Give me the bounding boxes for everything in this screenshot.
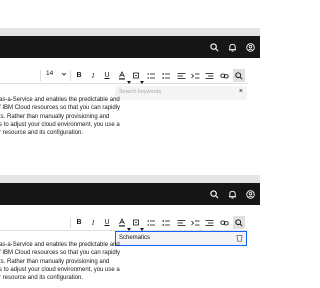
align-icon bbox=[177, 72, 185, 79]
underline-button[interactable]: U bbox=[101, 216, 113, 229]
underline-button[interactable]: U bbox=[101, 69, 113, 82]
editor-panel-default: 14 B I U Search keywords × as-a-Service … bbox=[0, 28, 260, 146]
body-line: s to adjust your cloud environment, you … bbox=[0, 121, 120, 128]
body-line: r resource and its configuration. bbox=[0, 130, 84, 137]
link-button[interactable] bbox=[218, 216, 230, 229]
numbered-list-button[interactable] bbox=[160, 69, 172, 82]
link-icon bbox=[219, 73, 229, 78]
notification-icon[interactable] bbox=[224, 39, 240, 55]
bold-icon: B bbox=[76, 72, 82, 79]
body-line: ts. Rather than manually provisioning an… bbox=[0, 258, 110, 265]
italic-button[interactable]: I bbox=[87, 216, 99, 229]
numbered-list-icon bbox=[162, 219, 170, 226]
body-line: s to adjust your cloud environment, you … bbox=[0, 266, 120, 273]
italic-button[interactable]: I bbox=[87, 69, 99, 82]
find-button[interactable] bbox=[233, 216, 245, 229]
editor-toolbar: 14 B I U bbox=[0, 68, 248, 84]
editor-panel-search-active: B I U Schematics as-a-Service and enable… bbox=[0, 175, 260, 288]
clear-icon[interactable]: × bbox=[239, 88, 243, 95]
outdent-button[interactable] bbox=[203, 69, 215, 82]
link-button[interactable] bbox=[218, 69, 230, 82]
numbered-list-button[interactable] bbox=[160, 216, 172, 229]
window-titlebar bbox=[0, 28, 260, 36]
search-icon[interactable] bbox=[206, 186, 222, 202]
pointer-marker bbox=[140, 81, 144, 84]
clear-input-icon[interactable] bbox=[236, 234, 243, 242]
toolbar-divider bbox=[70, 217, 71, 228]
outdent-icon bbox=[205, 72, 213, 79]
numbered-list-icon bbox=[162, 72, 170, 79]
body-line: f IBM Cloud resources so that you can ra… bbox=[0, 250, 121, 257]
outdent-button[interactable] bbox=[203, 216, 215, 229]
body-line: as-a-Service and enables the predictable… bbox=[0, 242, 120, 248]
toolbar-divider bbox=[40, 70, 41, 81]
indent-button[interactable] bbox=[189, 216, 201, 229]
highlight-icon bbox=[133, 72, 139, 78]
top-navigation-bar bbox=[0, 36, 260, 58]
font-size-value[interactable]: 14 bbox=[46, 70, 53, 77]
highlight-icon bbox=[133, 219, 139, 225]
indent-icon bbox=[190, 73, 199, 78]
align-icon bbox=[177, 219, 185, 226]
document-body: as-a-Service and enables the predictable… bbox=[0, 241, 121, 282]
search-icon bbox=[235, 71, 243, 80]
notification-icon[interactable] bbox=[224, 186, 240, 202]
underline-icon: U bbox=[104, 72, 110, 79]
find-input[interactable]: Schematics bbox=[115, 231, 247, 246]
body-line: r resource and its configuration. bbox=[0, 275, 84, 282]
body-line: as-a-Service and enables the predictable… bbox=[0, 97, 120, 103]
indent-button[interactable] bbox=[189, 69, 201, 82]
align-button[interactable] bbox=[175, 69, 187, 82]
align-button[interactable] bbox=[175, 216, 187, 229]
find-bar: Search keywords × bbox=[115, 86, 247, 100]
search-icon bbox=[235, 218, 243, 227]
bold-button[interactable]: B bbox=[73, 216, 85, 229]
bullet-list-button[interactable] bbox=[145, 216, 157, 229]
pointer-marker bbox=[127, 81, 131, 84]
indent-icon bbox=[190, 220, 199, 225]
italic-icon: I bbox=[91, 71, 95, 80]
text-color-icon bbox=[119, 71, 125, 80]
underline-icon: U bbox=[104, 219, 110, 226]
bold-button[interactable]: B bbox=[73, 69, 85, 82]
find-input-value[interactable]: Schematics bbox=[119, 235, 150, 241]
user-avatar-icon[interactable] bbox=[242, 39, 258, 55]
document-body: as-a-Service and enables the predictable… bbox=[0, 96, 121, 137]
body-line: f IBM Cloud resources so that you can ra… bbox=[0, 105, 121, 112]
outdent-icon bbox=[205, 219, 213, 226]
search-icon[interactable] bbox=[206, 39, 222, 55]
editor-toolbar: B I U bbox=[0, 215, 248, 231]
user-avatar-icon[interactable] bbox=[242, 186, 258, 202]
italic-icon: I bbox=[91, 218, 95, 227]
bold-icon: B bbox=[76, 219, 82, 226]
body-line: ts. Rather than manually provisioning an… bbox=[0, 113, 110, 120]
search-placeholder[interactable]: Search keywords bbox=[119, 89, 161, 95]
top-navigation-bar bbox=[0, 183, 260, 205]
chevron-down-icon[interactable] bbox=[61, 71, 67, 77]
bullet-list-button[interactable] bbox=[145, 69, 157, 82]
toolbar-divider bbox=[70, 70, 71, 81]
bullet-list-icon bbox=[147, 72, 155, 79]
window-titlebar bbox=[0, 175, 260, 183]
find-button[interactable] bbox=[233, 69, 245, 82]
link-icon bbox=[219, 220, 229, 225]
bullet-list-icon bbox=[147, 219, 155, 226]
text-color-icon bbox=[119, 218, 125, 227]
